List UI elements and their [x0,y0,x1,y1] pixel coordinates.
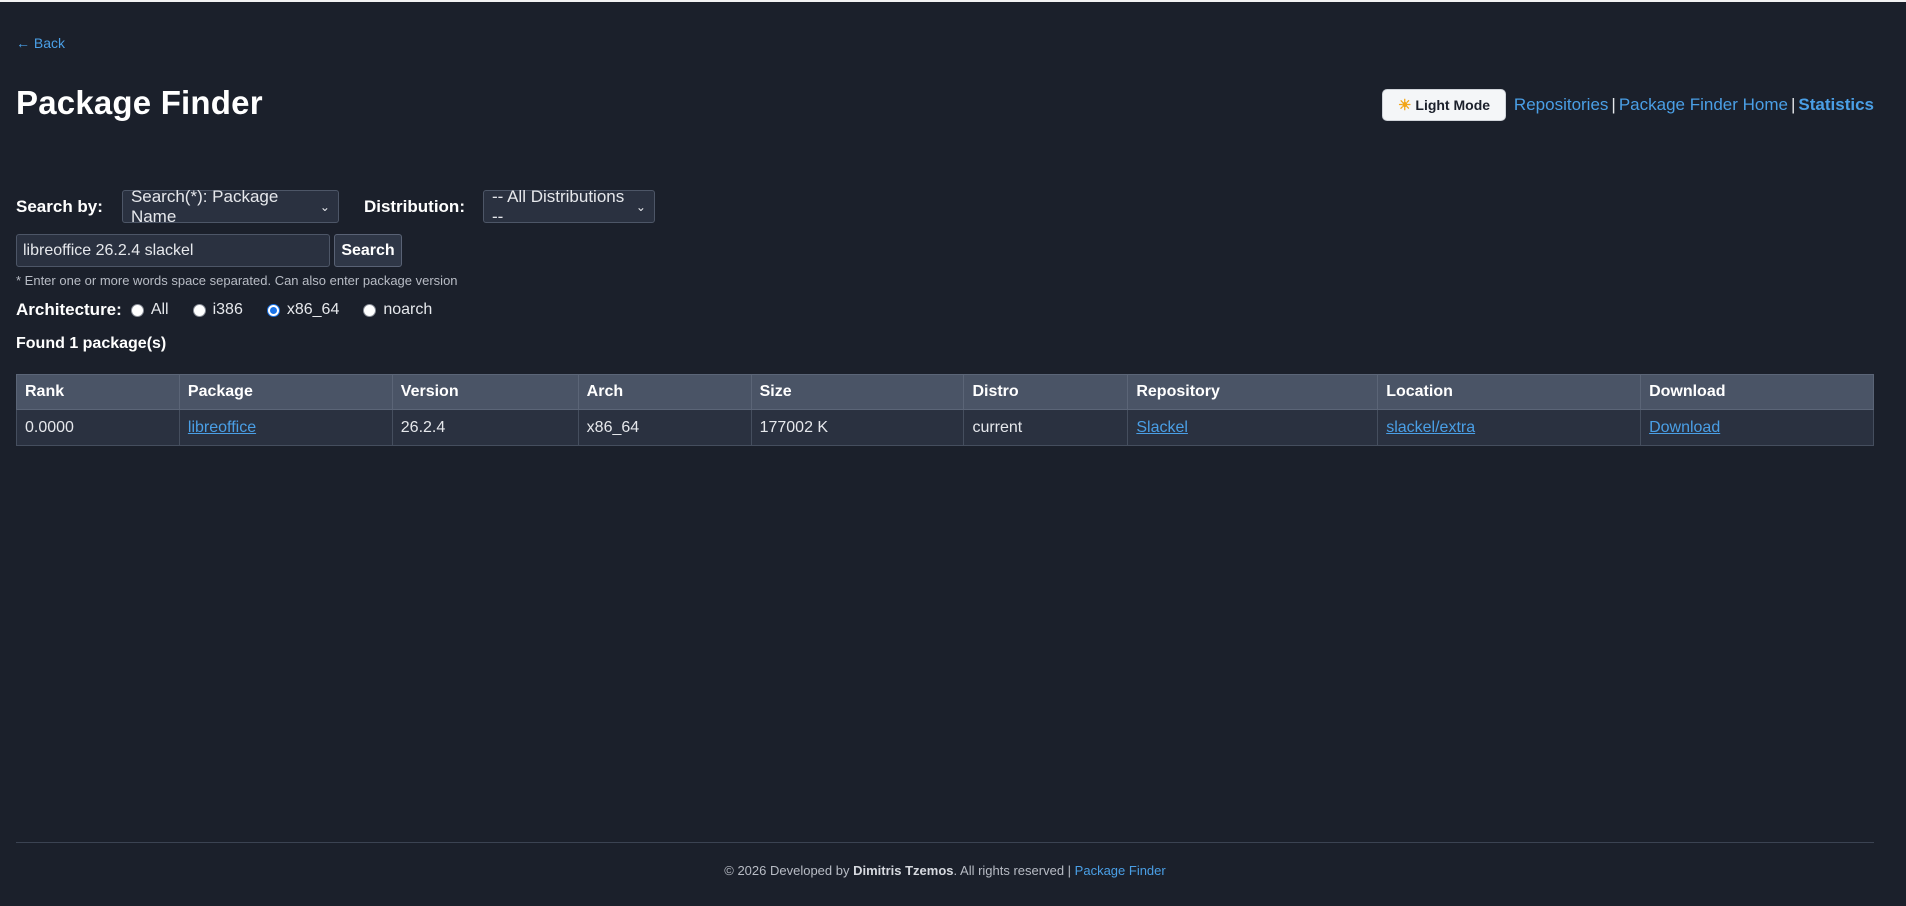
page-title: Package Finder [16,84,263,121]
footer-divider [16,842,1874,843]
nav-separator: | [1790,95,1796,114]
location-link[interactable]: slackel/extra [1386,419,1475,436]
results-table: Rank Package Version Arch Size Distro Re… [16,374,1874,446]
arch-option-label: x86_64 [286,301,340,318]
header-location[interactable]: Location [1377,374,1642,410]
header-download[interactable]: Download [1640,374,1874,410]
arch-option-i386[interactable]: i386 [192,301,243,319]
results-count: Found 1 package(s) [16,335,167,352]
light-mode-label: Light Mode [1415,97,1491,113]
chevron-down-icon: ⌄ [635,199,646,214]
search-button[interactable]: Search [334,234,402,267]
architecture-label: Architecture: [16,300,122,319]
header-repository[interactable]: Repository [1127,374,1379,410]
cell-arch: x86_64 [577,409,752,446]
arch-option-label: All [150,301,169,318]
radio-noarch[interactable] [363,303,377,317]
package-link[interactable]: libreoffice [188,419,256,436]
arch-option-label: noarch [383,301,433,318]
arch-option-label: i386 [212,301,243,318]
cell-distro: current [963,409,1129,446]
arch-option-all[interactable]: All [130,301,169,319]
footer: © 2026 Developed by Dimitris Tzemos. All… [0,863,1890,878]
distribution-label: Distribution: [363,196,465,216]
arch-option-x86_64[interactable]: x86_64 [266,301,340,319]
search-options-row: Search by: Search(*): Package Name ⌄ Dis… [16,187,655,226]
search-input-row: Search [16,234,402,267]
nav-repositories-link[interactable]: Repositories [1514,95,1609,114]
search-input[interactable] [16,234,330,267]
distribution-select[interactable]: -- All Distributions -- ⌄ [482,187,655,226]
nav-separator: | [1611,95,1616,114]
chevron-down-icon: ⌄ [319,199,330,214]
sun-icon: ☀ [1397,97,1412,114]
nav-statistics-link[interactable]: Statistics [1798,95,1874,114]
search-by-label: Search by: [16,196,103,216]
header-rank[interactable]: Rank [16,374,180,410]
footer-package-finder-link[interactable]: Package Finder [1075,863,1166,878]
repository-link[interactable]: Slackel [1136,419,1188,436]
search-by-select[interactable]: Search(*): Package Name ⌄ [121,187,339,226]
cell-version: 26.2.4 [391,409,579,446]
table-row: 0.0000 libreoffice 26.2.4 x86_64 177002 … [16,409,1874,446]
header-size[interactable]: Size [750,374,965,410]
top-nav: Repositories | Package Finder Home | Statist… [1514,95,1874,115]
architecture-row: Architecture: All i386 x86_64 noarch [16,299,456,321]
table-header-row: Rank Package Version Arch Size Distro Re… [16,374,1874,410]
back-link[interactable]: ← Back [16,35,65,51]
search-hint: * Enter one or more words space separate… [16,273,458,288]
cell-download: Download [1640,409,1874,446]
nav-home-link[interactable]: Package Finder Home [1619,95,1788,114]
cell-rank: 0.0000 [16,409,180,446]
footer-middle: . All rights reserved | [953,863,1075,878]
header-version[interactable]: Version [391,374,579,410]
light-mode-button[interactable]: ☀ Light Mode [1382,89,1506,121]
download-link[interactable]: Download [1649,419,1720,436]
header-arch[interactable]: Arch [577,374,752,410]
cell-location: slackel/extra [1377,409,1642,446]
search-by-value: Search(*): Package Name [130,186,279,226]
header-distro[interactable]: Distro [963,374,1129,410]
arch-option-noarch[interactable]: noarch [363,301,432,319]
radio-i386[interactable] [192,303,206,317]
cell-repository: Slackel [1127,409,1379,446]
radio-x86_64[interactable] [266,303,280,317]
footer-prefix: © 2026 Developed by [724,863,854,878]
cell-package: libreoffice [178,409,393,446]
radio-all[interactable] [130,303,144,317]
distribution-value: -- All Distributions -- [491,186,625,226]
header-package[interactable]: Package [178,374,393,410]
cell-size: 177002 K [750,409,965,446]
footer-author: Dimitris Tzemos [853,863,954,878]
